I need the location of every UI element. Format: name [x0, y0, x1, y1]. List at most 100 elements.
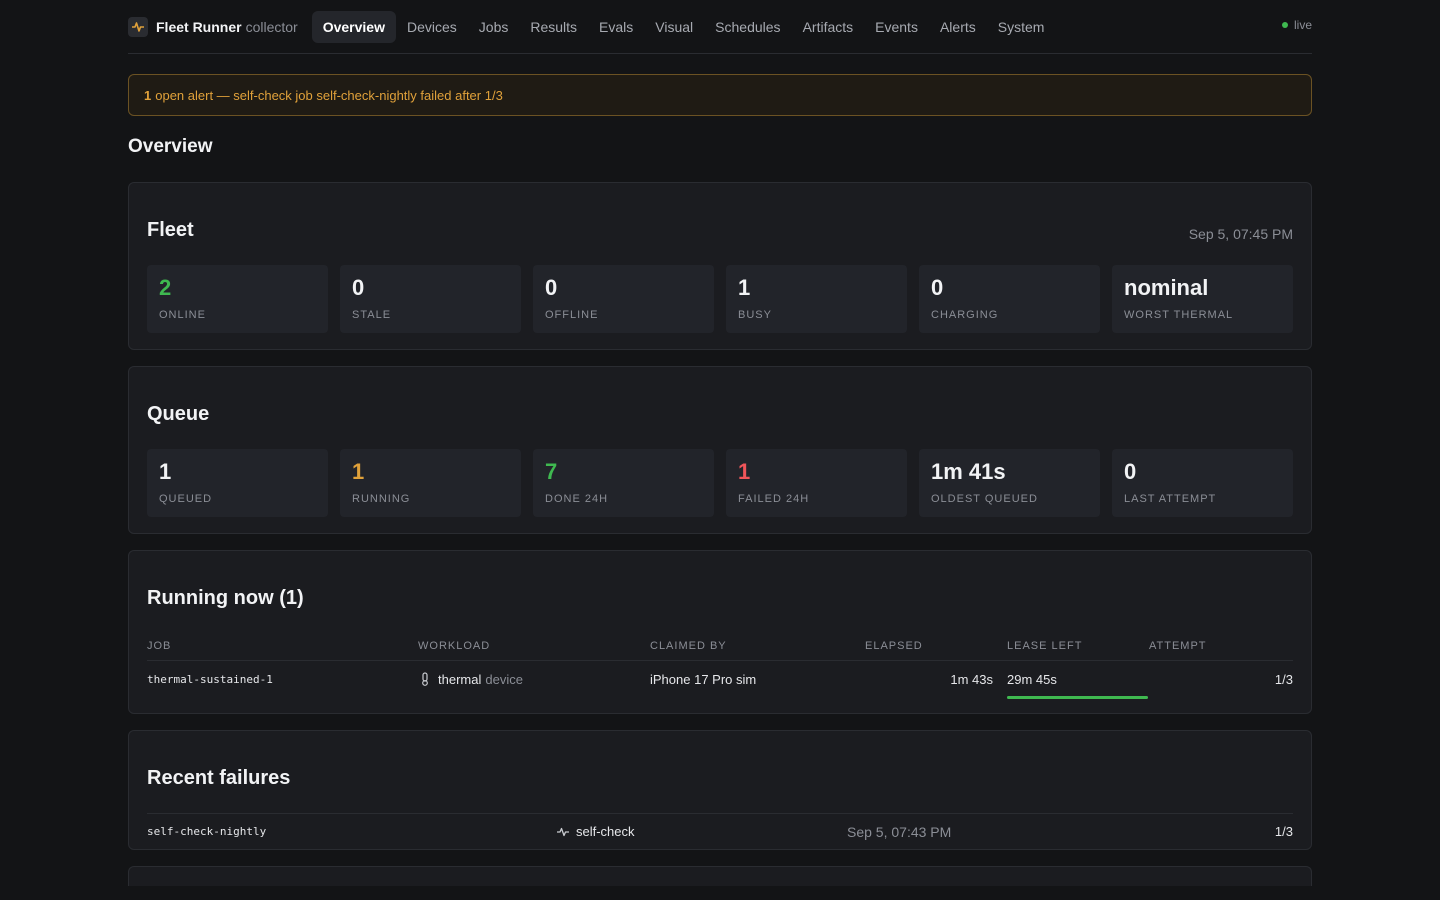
col-lease-left[interactable]: LEASE LEFT: [993, 640, 1149, 652]
workload: self-check: [556, 824, 847, 839]
pulse-icon: [556, 825, 570, 839]
nav-devices[interactable]: Devices: [396, 11, 468, 43]
attempt: 1/3: [1274, 671, 1293, 687]
stat-label: QUEUED: [159, 493, 213, 505]
live-dot-icon: [1281, 22, 1288, 28]
brand[interactable]: Fleet Runner collector: [128, 16, 298, 37]
fleet-timestamp: Sep 5, 07:45 PM: [1188, 226, 1293, 242]
nav-overview[interactable]: Overview: [311, 10, 396, 43]
stat-label: RUNNING: [352, 493, 411, 505]
col-workload[interactable]: WORKLOAD: [418, 640, 650, 652]
stat-running: 1 RUNNING: [340, 449, 521, 517]
stat-value: 0: [352, 275, 365, 300]
list-item[interactable]: self-check-nightly self-check Sep 5, 07:…: [147, 813, 1293, 849]
lease-left-value: 29m 45s: [1007, 671, 1057, 687]
lease-left: 29m 45s: [993, 671, 1149, 699]
stat-offline: 0 OFFLINE: [533, 265, 714, 333]
elapsed: 1m 43s: [950, 671, 993, 687]
fleet-stats: 2 ONLINE 0 STALE 0 OFFLINE 1 BUSY 0 CHAR…: [147, 265, 1293, 333]
running-table: JOB WORKLOAD CLAIMED BY ELAPSED LEASE LE…: [147, 631, 1293, 699]
lease-progress-bar: [1007, 695, 1148, 699]
nav-evals[interactable]: Evals: [588, 11, 644, 43]
table-header: JOB WORKLOAD CLAIMED BY ELAPSED LEASE LE…: [147, 631, 1293, 661]
stat-value: 1: [738, 275, 751, 300]
nav-events[interactable]: Events: [864, 11, 929, 43]
thermometer-icon: [418, 672, 432, 686]
nav-artifacts[interactable]: Artifacts: [792, 11, 865, 43]
stat-stale: 0 STALE: [340, 265, 521, 333]
col-elapsed[interactable]: ELAPSED: [865, 640, 993, 652]
workload-name: thermal: [438, 671, 482, 687]
nav-system[interactable]: System: [987, 11, 1056, 43]
attempt: 1/3: [1274, 824, 1293, 839]
workload: thermal device: [418, 672, 650, 687]
workload-kind: device: [485, 671, 523, 687]
running-title: Running now (1): [147, 587, 304, 609]
stat-label: WORST THERMAL: [1124, 309, 1234, 321]
stat-online: 2 ONLINE: [147, 265, 328, 333]
stat-value: 0: [931, 275, 944, 300]
stat-busy: 1 BUSY: [726, 265, 907, 333]
failures-panel: Recent failures self-check-nightly self-…: [128, 730, 1312, 850]
table-row[interactable]: thermal-sustained-1 thermal device iPhon…: [147, 661, 1293, 699]
page-title: Overview: [128, 136, 213, 157]
alert-text: open alert — self-check job self-check-n…: [155, 87, 503, 103]
stat-failed-24h: 1 FAILED 24H: [726, 449, 907, 517]
claimed-by: iPhone 17 Pro sim: [650, 671, 757, 687]
stat-last-attempt: 0 LAST ATTEMPT: [1112, 449, 1293, 517]
nav-alerts[interactable]: Alerts: [929, 11, 987, 43]
top-navigation: Fleet Runner collector Overview Devices …: [128, 0, 1312, 54]
stat-label: DONE 24H: [545, 493, 609, 505]
queue-panel: Queue 1 QUEUED 1 RUNNING 7 DONE 24H 1 FA…: [128, 366, 1312, 534]
stat-value: 1: [738, 459, 751, 484]
job-name[interactable]: self-check-nightly: [147, 825, 556, 838]
next-panel: [128, 866, 1312, 886]
nav-visual[interactable]: Visual: [644, 11, 704, 43]
stat-value: 2: [159, 275, 172, 300]
stat-value: 0: [545, 275, 558, 300]
stat-value: 7: [545, 459, 558, 484]
nav-jobs[interactable]: Jobs: [468, 11, 520, 43]
job-name[interactable]: thermal-sustained-1: [147, 673, 418, 686]
failures-title: Recent failures: [147, 767, 291, 789]
stat-label: ONLINE: [159, 309, 206, 321]
main-nav: Overview Devices Jobs Results Evals Visu…: [311, 10, 1056, 43]
running-panel: Running now (1) JOB WORKLOAD CLAIMED BY …: [128, 550, 1312, 714]
alert-count: 1: [144, 87, 152, 103]
stat-label: BUSY: [738, 309, 772, 321]
stat-value: 1: [159, 459, 172, 484]
stat-value: 1: [352, 459, 365, 484]
stat-label: OLDEST QUEUED: [931, 493, 1038, 505]
stat-charging: 0 CHARGING: [919, 265, 1100, 333]
live-indicator: live: [1281, 18, 1312, 32]
stat-label: STALE: [352, 309, 392, 321]
pulse-logo-icon: [128, 16, 148, 37]
stat-value: 1m 41s: [931, 459, 1006, 484]
stat-label: LAST ATTEMPT: [1124, 493, 1217, 505]
stat-value: nominal: [1124, 275, 1209, 300]
col-attempt[interactable]: ATTEMPT: [1149, 640, 1293, 652]
queue-title: Queue: [147, 403, 210, 425]
alert-banner[interactable]: 1 open alert — self-check job self-check…: [128, 74, 1312, 116]
brand-subtitle: collector: [245, 18, 298, 35]
stat-label: CHARGING: [931, 309, 999, 321]
col-job[interactable]: JOB: [147, 640, 418, 652]
stat-label: FAILED 24H: [738, 493, 810, 505]
stat-done-24h: 7 DONE 24H: [533, 449, 714, 517]
nav-results[interactable]: Results: [519, 11, 588, 43]
workload-name: self-check: [576, 824, 635, 839]
stat-oldest-queued: 1m 41s OLDEST QUEUED: [919, 449, 1100, 517]
stat-queued: 1 QUEUED: [147, 449, 328, 517]
stat-value: 0: [1124, 459, 1137, 484]
stat-worst-thermal: nominal WORST THERMAL: [1112, 265, 1293, 333]
col-claimed-by[interactable]: CLAIMED BY: [650, 640, 865, 652]
queue-stats: 1 QUEUED 1 RUNNING 7 DONE 24H 1 FAILED 2…: [147, 449, 1293, 517]
live-label: live: [1293, 18, 1312, 32]
lease-progress-fill: [1007, 695, 1148, 699]
stat-label: OFFLINE: [545, 309, 599, 321]
brand-name: Fleet Runner: [156, 18, 242, 35]
failure-time: Sep 5, 07:43 PM: [847, 823, 952, 840]
fleet-panel: Fleet Sep 5, 07:45 PM 2 ONLINE 0 STALE 0…: [128, 182, 1312, 350]
fleet-title: Fleet: [147, 219, 194, 241]
nav-schedules[interactable]: Schedules: [704, 11, 791, 43]
